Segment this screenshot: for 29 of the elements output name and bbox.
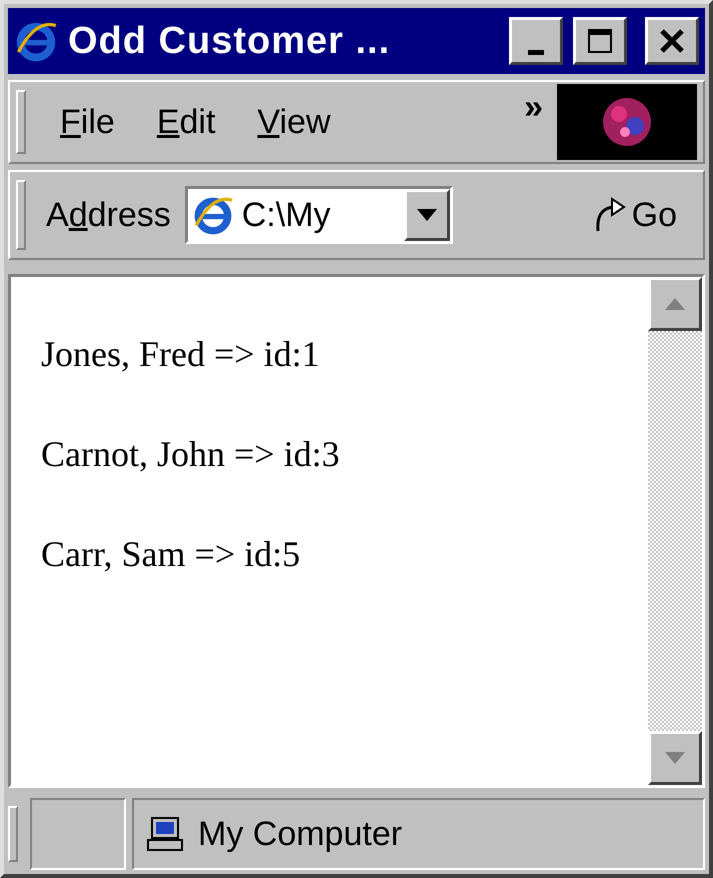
customer-line: Jones, Fred => id:1: [41, 333, 321, 375]
window-title: Odd Customer ...: [68, 20, 392, 62]
go-button[interactable]: Go: [592, 196, 677, 234]
address-field[interactable]: C:\My: [184, 186, 453, 244]
customer-line: Carr, Sam => id:5: [41, 533, 302, 575]
caret-icon: [416, 209, 437, 221]
menu-item[interactable]: File: [46, 102, 129, 142]
toolbar-grip[interactable]: [16, 90, 26, 154]
status-grip: [8, 806, 18, 862]
maximize-button[interactable]: [573, 17, 627, 65]
down-arrow-icon: [665, 752, 685, 764]
menu-item[interactable]: Edit: [142, 102, 230, 142]
menu-item[interactable]: View: [243, 102, 345, 142]
computer-icon: [146, 816, 186, 852]
scroll-down-button[interactable]: [648, 731, 702, 785]
up-arrow-icon: [665, 298, 685, 310]
minimize-icon: [528, 50, 544, 54]
dropdown-button[interactable]: [404, 189, 450, 241]
minimize-button[interactable]: [509, 17, 563, 65]
customer-line: Carnot, John => id:3: [41, 433, 341, 475]
close-icon: [658, 27, 686, 55]
scroll-up-button[interactable]: [648, 277, 702, 331]
address-label: Address: [46, 196, 171, 234]
zone-label: My Computer: [198, 814, 402, 854]
maximize-icon: [586, 27, 614, 55]
more-menu-chevron[interactable]: »: [524, 88, 543, 127]
toolbar-grip[interactable]: [16, 180, 26, 250]
close-button[interactable]: [645, 17, 699, 65]
scroll-bar[interactable]: [648, 277, 702, 785]
